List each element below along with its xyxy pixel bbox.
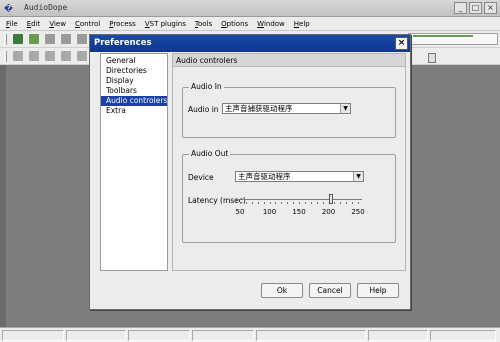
nav-item-directories[interactable]: Directories [101, 66, 167, 76]
latency-track [236, 199, 362, 200]
latency-tick [334, 202, 336, 204]
latency-slider[interactable]: 50 100 150 200 250 [236, 193, 365, 233]
toolbar-grip[interactable] [4, 51, 7, 62]
audio-out-group: Audio Out Device 主声音驱动程序 ▼ Latency (msec… [182, 149, 396, 243]
new-file-icon[interactable] [13, 34, 23, 44]
latency-tick-label: 200 [321, 208, 336, 216]
latency-tick [281, 202, 283, 204]
nav-item-extra[interactable]: Extra [101, 106, 167, 116]
close-file-icon[interactable] [77, 34, 87, 44]
status-cell [256, 330, 366, 341]
status-cell [368, 330, 428, 341]
settings-panel: Audio controlers Audio In Audio in 主声音捕获… [172, 53, 406, 271]
preferences-nav-list: General Directories Display Toolbars Aud… [100, 53, 168, 271]
paste-icon[interactable] [77, 51, 87, 61]
latency-tick [352, 202, 354, 204]
latency-tick-label: 250 [351, 208, 365, 216]
latency-tick [257, 202, 259, 204]
device-value: 主声音驱动程序 [238, 172, 291, 181]
latency-tick [310, 202, 312, 204]
undo-icon[interactable] [13, 51, 23, 61]
nav-item-audio-controlers[interactable]: Audio controlers [101, 96, 167, 106]
menu-tools[interactable]: Tools [195, 17, 212, 30]
status-bar [0, 327, 500, 342]
audio-in-value: 主声音捕获驱动程序 [225, 104, 293, 113]
status-cell [2, 330, 64, 341]
menu-edit[interactable]: Edit [27, 17, 41, 30]
panel-title: Audio controlers [173, 54, 405, 67]
audio-out-group-title: Audio Out [189, 149, 231, 159]
status-cell [430, 330, 496, 341]
latency-tick [340, 202, 342, 204]
ok-button[interactable]: Ok [261, 283, 303, 298]
audio-in-label: Audio in [188, 105, 219, 114]
latency-tick [316, 202, 318, 204]
latency-tick-label: 150 [292, 208, 306, 216]
latency-tick [304, 202, 306, 204]
latency-tick-label: 100 [262, 208, 277, 216]
dialog-close-button[interactable]: × [395, 37, 408, 50]
menu-window[interactable]: Window [257, 17, 285, 30]
latency-tick [275, 202, 277, 204]
open-file-icon[interactable] [29, 34, 39, 44]
audio-in-group-title: Audio In [189, 82, 224, 92]
audio-in-select[interactable]: 主声音捕获驱动程序 ▼ [222, 103, 351, 114]
main-title-bar[interactable]: � AudioDope _ □ × [0, 0, 500, 17]
latency-tick-label: 50 [235, 208, 245, 216]
cancel-button[interactable]: Cancel [309, 283, 351, 298]
latency-thumb[interactable] [329, 194, 334, 204]
copy-icon[interactable] [45, 51, 55, 61]
nav-item-toolbars[interactable]: Toolbars [101, 86, 167, 96]
menu-vst-plugins[interactable]: VST plugins [145, 17, 186, 30]
menu-control[interactable]: Control [75, 17, 100, 30]
latency-tick [263, 202, 265, 204]
nav-item-display[interactable]: Display [101, 76, 167, 86]
maximize-button[interactable]: □ [469, 2, 482, 14]
help-button[interactable]: Help [357, 283, 399, 298]
status-cell [66, 330, 126, 341]
app-icon: � [4, 4, 13, 13]
redo-icon[interactable] [29, 51, 39, 61]
latency-tick [346, 202, 348, 204]
chevron-down-icon[interactable]: ▼ [340, 104, 350, 113]
left-panel-strip [0, 65, 6, 327]
latency-tick [358, 202, 359, 204]
menu-help[interactable]: Help [294, 17, 310, 30]
latency-tick [245, 202, 247, 204]
minimize-button[interactable]: _ [454, 2, 467, 14]
latency-tick [322, 202, 324, 204]
dialog-title[interactable]: Preferences [90, 35, 410, 52]
level-meter [408, 33, 498, 45]
audio-in-group: Audio In Audio in 主声音捕获驱动程序 ▼ [182, 82, 396, 138]
device-select[interactable]: 主声音驱动程序 ▼ [235, 171, 364, 182]
app-title: AudioDope [24, 3, 68, 12]
zoom-slider-thumb[interactable] [428, 53, 436, 63]
save-all-icon[interactable] [61, 34, 71, 44]
latency-tick [299, 202, 300, 204]
cut-icon[interactable] [61, 51, 71, 61]
latency-tick [251, 202, 253, 204]
menu-file[interactable]: File [6, 17, 18, 30]
status-cell [128, 330, 190, 341]
close-window-button[interactable]: × [484, 2, 497, 14]
menu-process[interactable]: Process [109, 17, 136, 30]
latency-tick [287, 202, 289, 204]
nav-item-general[interactable]: General [101, 56, 167, 66]
latency-tick [240, 202, 241, 204]
menu-options[interactable]: Options [221, 17, 248, 30]
device-label: Device [188, 173, 214, 182]
status-cell [192, 330, 254, 341]
menubar: File Edit View Control Process VST plugi… [0, 17, 500, 31]
chevron-down-icon[interactable]: ▼ [353, 172, 363, 181]
latency-tick [269, 202, 271, 204]
menu-view[interactable]: View [49, 17, 66, 30]
toolbar-grip[interactable] [4, 34, 7, 45]
latency-tick [293, 202, 295, 204]
save-icon[interactable] [45, 34, 55, 44]
preferences-dialog: Preferences × General Directories Displa… [89, 34, 411, 310]
